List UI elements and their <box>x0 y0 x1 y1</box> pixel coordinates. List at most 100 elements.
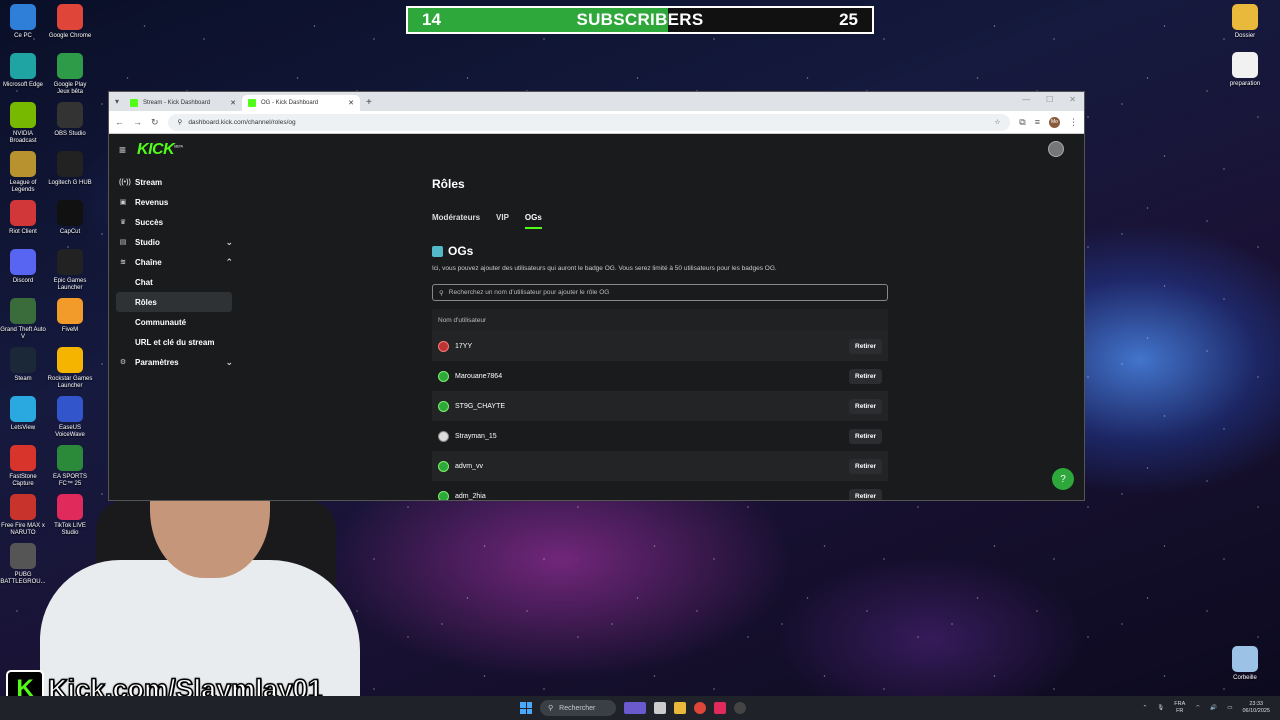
browser-tab-bar: ▾ Stream - Kick Dashboard ✕ OG - Kick Da… <box>109 92 1084 111</box>
roles-main: Rôles Modérateurs VIP OGs OGs Ici, vous … <box>432 172 888 500</box>
obs-taskbar-icon[interactable] <box>734 702 746 714</box>
remove-og-button[interactable]: Retirer <box>849 368 882 384</box>
desktop-shortcut[interactable]: EaseUS VoiceWave <box>47 396 93 439</box>
back-icon[interactable]: ← <box>115 117 124 127</box>
bookmark-star-icon[interactable]: ☆ <box>994 118 1000 126</box>
desktop-shortcut-label: Steam <box>14 376 32 382</box>
desktop-shortcut[interactable]: Grand Theft Auto V <box>0 298 46 341</box>
browser-tab-og[interactable]: OG - Kick Dashboard ✕ <box>242 95 361 111</box>
desktop-shortcut[interactable]: EA SPORTS FC™ 25 <box>47 445 93 488</box>
browser-menu-icon[interactable]: ⋮ <box>1069 117 1078 128</box>
sidebar-item-r-les[interactable]: Rôles <box>116 292 232 312</box>
desktop-shortcut[interactable]: Riot Client <box>0 200 46 236</box>
profile-avatar[interactable]: Mo <box>1049 116 1060 128</box>
epic-icon <box>57 249 83 275</box>
desktop-shortcut[interactable]: preparation <box>1222 52 1268 88</box>
new-tab-icon[interactable]: + <box>366 97 372 108</box>
desktop-shortcut[interactable]: Google Play Jeux bêta <box>47 53 93 96</box>
tiktok-taskbar-icon[interactable] <box>714 702 726 714</box>
extensions-icon[interactable]: ⧉ <box>1019 117 1025 128</box>
desktop-shortcut[interactable]: League of Legends <box>0 151 46 194</box>
tray-chevron-icon[interactable]: ⌃ <box>1143 705 1148 712</box>
close-tab-icon[interactable]: ✕ <box>230 99 236 107</box>
desktop-shortcut[interactable]: Corbeille <box>1222 646 1268 682</box>
browser-window: ▾ Stream - Kick Dashboard ✕ OG - Kick Da… <box>108 91 1085 501</box>
support-chat-icon[interactable]: ? <box>1052 468 1074 490</box>
battery-icon[interactable]: ▭ <box>1227 705 1232 712</box>
sidebar-item-studio[interactable]: ▤ Studio ⌄ <box>109 232 239 252</box>
address-bar: ← → ↻ ⚲ dashboard.kick.com/channel/roles… <box>109 111 1084 134</box>
widgets-icon[interactable] <box>624 702 646 714</box>
chevron-down-icon[interactable]: ⌄ <box>225 357 233 368</box>
desktop-shortcut[interactable]: Logitech G HUB <box>47 151 93 187</box>
sidebar-item-param-tres[interactable]: ⚙ Paramètres ⌄ <box>109 352 239 372</box>
desktop-shortcut[interactable]: Google Chrome <box>47 4 93 40</box>
url-field[interactable]: ⚲ dashboard.kick.com/channel/roles/og ☆ <box>167 113 1011 131</box>
subscriber-goal: 25 <box>839 10 858 29</box>
tab-moderateurs[interactable]: Modérateurs <box>432 213 480 229</box>
kick-logo[interactable]: KICKBETA <box>137 141 183 159</box>
mic-icon[interactable]: 🎙 <box>1157 705 1164 712</box>
desktop-shortcut[interactable]: Free Fire MAX x NARUTO <box>0 494 46 537</box>
remove-og-button[interactable]: Retirer <box>849 398 882 414</box>
desktop-shortcut[interactable]: Dossier <box>1222 4 1268 40</box>
desktop-shortcut[interactable]: CapCut <box>47 200 93 236</box>
column-username: Nom d'utilisateur <box>438 316 487 324</box>
sidebar-item-succ-s[interactable]: ♛ Succès <box>109 212 239 232</box>
task-view-icon[interactable] <box>654 702 666 714</box>
desktop-shortcut[interactable]: PUBG BATTLEGROU... <box>0 543 46 586</box>
maximize-icon[interactable]: ☐ <box>1046 95 1053 104</box>
file-explorer-icon[interactable] <box>674 702 686 714</box>
site-info-icon[interactable]: ⚲ <box>178 118 183 126</box>
sidebar-item-revenus[interactable]: ▣ Revenus <box>109 192 239 212</box>
minimize-icon[interactable]: — <box>1022 95 1030 104</box>
remove-og-button[interactable]: Retirer <box>849 488 882 500</box>
chevron-down-icon[interactable]: ⌄ <box>225 237 233 248</box>
desktop-shortcut[interactable]: Microsoft Edge <box>0 53 46 89</box>
windows-start-icon[interactable] <box>520 702 532 714</box>
browser-tab-stream[interactable]: Stream - Kick Dashboard ✕ <box>124 95 242 111</box>
kick-favicon-icon <box>130 99 139 107</box>
forward-icon[interactable]: → <box>133 117 142 127</box>
sidebar-item-communaut-[interactable]: Communauté <box>109 312 239 332</box>
close-tab-icon[interactable]: ✕ <box>348 99 354 107</box>
user-avatar[interactable] <box>1048 141 1064 157</box>
hamburger-menu-icon[interactable]: ≡ <box>119 143 126 157</box>
remove-og-button[interactable]: Retirer <box>849 458 882 474</box>
pc-icon <box>10 4 36 30</box>
desktop-shortcut[interactable]: Discord <box>0 249 46 285</box>
desktop-shortcut[interactable]: FastStone Capture <box>0 445 46 488</box>
remove-og-button[interactable]: Retirer <box>849 338 882 354</box>
close-window-icon[interactable]: ✕ <box>1069 95 1076 104</box>
language-indicator[interactable]: FRA FR <box>1174 701 1185 715</box>
desktop-shortcut[interactable]: NVIDIA Broadcast <box>0 102 46 145</box>
tab-search-icon[interactable]: ▾ <box>115 97 119 106</box>
edge-icon <box>10 53 36 79</box>
desktop-shortcut[interactable]: LetsView <box>0 396 46 432</box>
desktop-shortcut[interactable]: Rockstar Games Launcher <box>47 347 93 390</box>
sidebar-item-stream[interactable]: ((•)) Stream <box>109 172 239 192</box>
clock[interactable]: 23:33 06/10/2025 <box>1242 701 1270 715</box>
chrome-taskbar-icon[interactable] <box>694 702 706 714</box>
sidebar-item-cha-ne[interactable]: ≋ Chaîne ⌃ <box>109 252 239 272</box>
desktop-shortcut[interactable]: TikTok LIVE Studio <box>47 494 93 537</box>
media-icon[interactable]: ≡ <box>1035 117 1040 127</box>
sidebar-item-chat[interactable]: Chat <box>109 272 239 292</box>
taskbar-search[interactable]: ⚲ Rechercher <box>540 700 616 716</box>
riot-icon <box>10 200 36 226</box>
volume-icon[interactable]: 🔊 <box>1210 705 1217 712</box>
reload-icon[interactable]: ↻ <box>151 117 159 128</box>
username: advm_vv <box>455 462 484 470</box>
desktop-shortcut[interactable]: Steam <box>0 347 46 383</box>
tab-vip[interactable]: VIP <box>496 213 509 229</box>
tab-ogs[interactable]: OGs <box>524 213 542 229</box>
chevron-up-icon[interactable]: ⌃ <box>225 257 233 268</box>
og-search-input[interactable]: ⚲ Recherchez un nom d'utilisateur pour a… <box>432 284 888 301</box>
network-icon[interactable]: ⌔ <box>1195 705 1200 712</box>
sidebar-item-url-et-cl-du-stream[interactable]: URL et clé du stream <box>109 332 239 352</box>
remove-og-button[interactable]: Retirer <box>849 428 882 444</box>
desktop-shortcut[interactable]: Ce PC <box>0 4 46 40</box>
desktop-shortcut[interactable]: OBS Studio <box>47 102 93 138</box>
desktop-shortcut[interactable]: FiveM <box>47 298 93 334</box>
desktop-shortcut[interactable]: Epic Games Launcher <box>47 249 93 292</box>
